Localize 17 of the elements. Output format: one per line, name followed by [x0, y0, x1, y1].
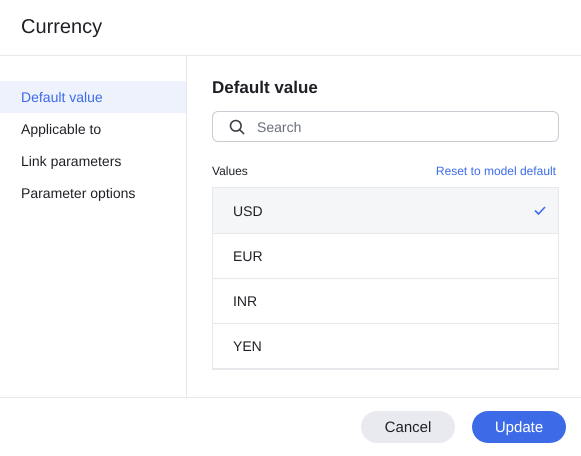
value-option[interactable]: YEN — [213, 323, 558, 368]
dialog-title: Currency — [21, 16, 102, 39]
value-option[interactable]: EUR — [213, 233, 558, 278]
sidebar-item[interactable]: Link parameters — [0, 145, 186, 177]
sidebar-item[interactable]: Parameter options — [0, 177, 186, 209]
value-option[interactable]: USD — [213, 188, 558, 233]
reset-link[interactable]: Reset to model default — [436, 164, 556, 178]
update-button[interactable]: Update — [472, 411, 566, 443]
search-icon — [229, 119, 245, 135]
checkmark-icon — [534, 206, 546, 215]
sidebar-item[interactable]: Applicable to — [0, 113, 186, 145]
search-field[interactable]: Search — [212, 111, 559, 142]
section-heading: Default value — [212, 78, 319, 99]
sidebar-item[interactable]: Default value — [0, 81, 186, 113]
value-option[interactable]: INR — [213, 278, 558, 323]
cancel-button[interactable]: Cancel — [361, 411, 455, 443]
values-label: Values — [212, 164, 248, 178]
